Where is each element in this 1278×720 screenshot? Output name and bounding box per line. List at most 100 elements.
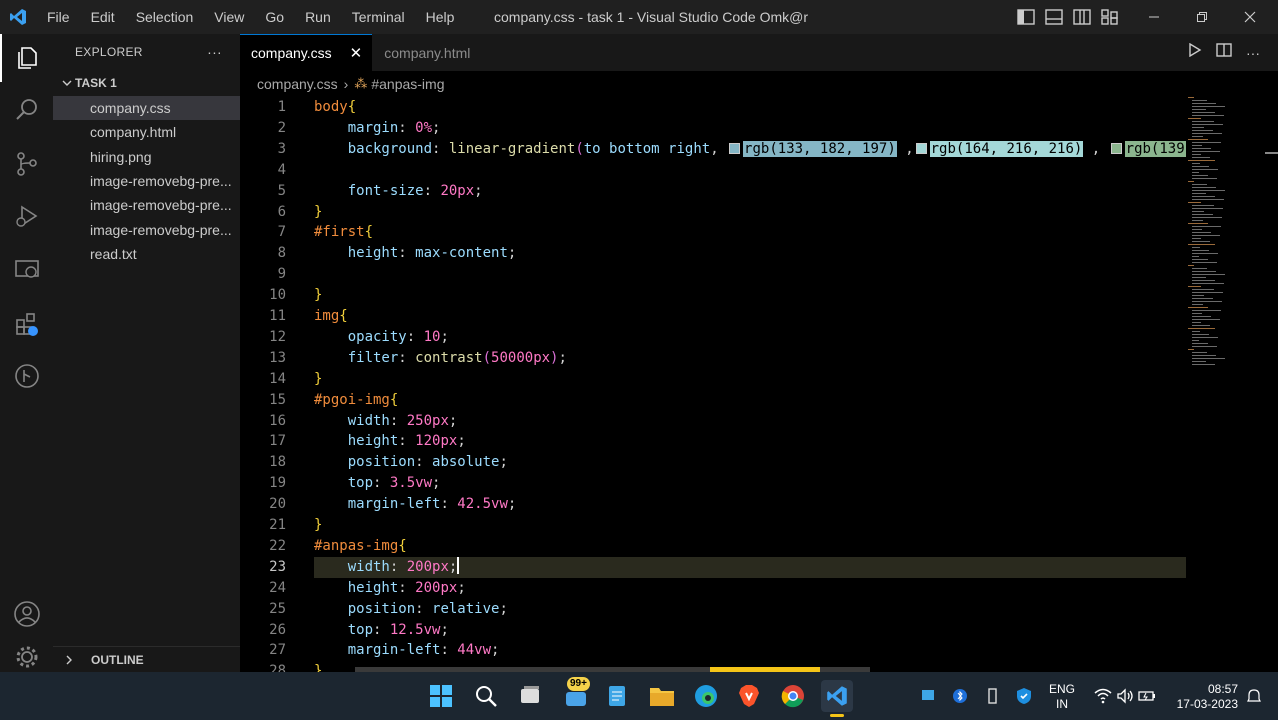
color-swatch[interactable] [729, 142, 741, 154]
code-line[interactable]: 8 height: max-content; [240, 243, 1278, 264]
outline-section[interactable]: OUTLINE [53, 646, 240, 672]
explorer-icon[interactable] [0, 34, 53, 82]
code-line[interactable]: 25 position: relative; [240, 599, 1278, 620]
file-item[interactable]: read.txt [53, 242, 240, 266]
file-item[interactable]: image-removebg-pre... [53, 217, 240, 241]
toggle-secondary-sidebar-icon[interactable] [1073, 9, 1091, 25]
code-line[interactable]: 19 top: 3.5vw; [240, 473, 1278, 494]
close-icon[interactable]: ✕ [350, 44, 363, 62]
menu-go[interactable]: Go [254, 0, 294, 34]
code-line[interactable]: 3 background: linear-gradient(to bottom … [240, 139, 1278, 160]
line-number: 4 [277, 161, 286, 178]
security-shield-icon[interactable] [1008, 680, 1040, 712]
settings-gear-icon[interactable] [0, 642, 53, 672]
usb-device-icon[interactable] [976, 680, 1008, 712]
menu-terminal[interactable]: Terminal [341, 0, 415, 34]
search-icon[interactable] [0, 86, 53, 134]
file-item[interactable]: image-removebg-pre... [53, 193, 240, 217]
run-icon[interactable] [1188, 42, 1202, 62]
code-line[interactable]: 26 top: 12.5vw; [240, 620, 1278, 641]
toggle-primary-sidebar-icon[interactable] [1017, 9, 1035, 25]
remote-explorer-icon[interactable] [0, 246, 53, 294]
run-debug-icon[interactable] [0, 192, 53, 240]
file-item[interactable]: company.css [53, 96, 240, 121]
tab-company-html[interactable]: company.html [372, 34, 490, 71]
close-window-button[interactable] [1226, 0, 1274, 34]
code-line[interactable]: 10} [240, 285, 1278, 306]
git-graph-icon[interactable] [0, 352, 53, 400]
code-line[interactable]: 2 margin: 0%; [240, 118, 1278, 139]
code-token: } [314, 663, 323, 672]
code-token: , [896, 140, 914, 157]
bluetooth-icon[interactable] [944, 680, 976, 712]
code-line[interactable]: 27 margin-left: 44vw; [240, 640, 1278, 661]
title-bar: File Edit Selection View Go Run Terminal Help c… [0, 0, 1278, 34]
code-line[interactable]: 7 #first{ [240, 222, 1278, 243]
code-line[interactable]: 1 body{ [240, 97, 1278, 118]
file-item[interactable]: hiring.png [53, 145, 240, 169]
code-line[interactable]: 5 font-size: 20px; [240, 181, 1278, 202]
code-line[interactable]: 28} [240, 661, 1278, 672]
language-indicator[interactable]: ENG IN [1046, 682, 1078, 712]
breadcrumb-file[interactable]: company.css [257, 76, 338, 92]
code-line[interactable]: 11 img{ [240, 306, 1278, 327]
accounts-icon[interactable] [0, 590, 53, 638]
teams-tray-icon[interactable] [912, 680, 944, 712]
clock[interactable]: 08:57 17-03-2023 [1168, 682, 1238, 712]
code-line[interactable]: 17 height: 120px; [240, 431, 1278, 452]
color-swatch[interactable] [1110, 142, 1122, 154]
toggle-panel-icon[interactable] [1045, 9, 1063, 25]
task-view-icon[interactable] [514, 680, 546, 712]
code-editor[interactable]: 1 body{2 margin: 0%; 3 background: linear-… [240, 97, 1278, 672]
source-control-icon[interactable] [0, 140, 53, 188]
code-line[interactable]: 20 margin-left: 42.5vw; [240, 494, 1278, 515]
more-actions-icon[interactable]: ··· [1246, 45, 1260, 61]
battery-icon[interactable] [1131, 680, 1163, 712]
code-line[interactable]: 9 [240, 264, 1278, 285]
menu-view[interactable]: View [203, 0, 254, 34]
line-number: 3 [277, 140, 286, 157]
windows-start-icon[interactable] [425, 680, 457, 712]
code-line[interactable]: 18 position: absolute; [240, 452, 1278, 473]
code-line[interactable]: 16 width: 250px; [240, 411, 1278, 432]
code-line[interactable]: 6} [240, 202, 1278, 223]
color-swatch[interactable] [915, 142, 927, 154]
code-line[interactable]: 12 opacity: 10; [240, 327, 1278, 348]
code-line[interactable]: 21} [240, 515, 1278, 536]
code-line[interactable]: 22 #anpas-img{ [240, 536, 1278, 557]
code-token: : [373, 621, 390, 638]
chrome-browser-icon[interactable] [777, 680, 809, 712]
menu-help[interactable]: Help [415, 0, 465, 34]
breadcrumb-symbol[interactable]: #anpas-img [371, 76, 444, 92]
extensions-icon[interactable] [0, 300, 53, 348]
menu-file[interactable]: File [36, 0, 80, 34]
search-icon[interactable] [470, 680, 502, 712]
code-token: ( [575, 140, 584, 157]
more-actions-icon[interactable]: ··· [207, 44, 222, 60]
tab-company-css[interactable]: company.css ✕ [240, 34, 373, 71]
minimize-button[interactable] [1130, 0, 1178, 34]
notifications-icon[interactable] [1238, 680, 1270, 712]
vscode-taskbar-icon[interactable] [821, 680, 853, 712]
file-item[interactable]: image-removebg-pre... [53, 169, 240, 193]
customize-layout-icon[interactable] [1101, 9, 1119, 25]
code-line[interactable]: 24 height: 200px; [240, 578, 1278, 599]
folder-task-1[interactable]: TASK 1 [53, 70, 240, 96]
notepad-icon[interactable] [601, 680, 633, 712]
code-line[interactable]: 23 width: 200px; [240, 556, 1278, 578]
file-item[interactable]: company.html [53, 120, 240, 144]
file-explorer-icon[interactable] [646, 680, 678, 712]
menu-edit[interactable]: Edit [80, 0, 125, 34]
split-editor-icon[interactable] [1216, 43, 1232, 62]
code-line[interactable]: 14} [240, 369, 1278, 390]
code-line[interactable]: 15 #pgoi-img{ [240, 390, 1278, 411]
restore-button[interactable] [1178, 0, 1226, 34]
code-line[interactable]: 13 filter: contrast(50000px); [240, 348, 1278, 369]
code-line[interactable]: 4 [240, 160, 1278, 181]
menu-selection[interactable]: Selection [125, 0, 204, 34]
menu-run[interactable]: Run [294, 0, 341, 34]
edge-browser-icon[interactable] [690, 680, 722, 712]
brave-browser-icon[interactable] [733, 680, 765, 712]
code-token: #pgoi-img [314, 391, 390, 408]
line-number: 7 [277, 224, 286, 241]
